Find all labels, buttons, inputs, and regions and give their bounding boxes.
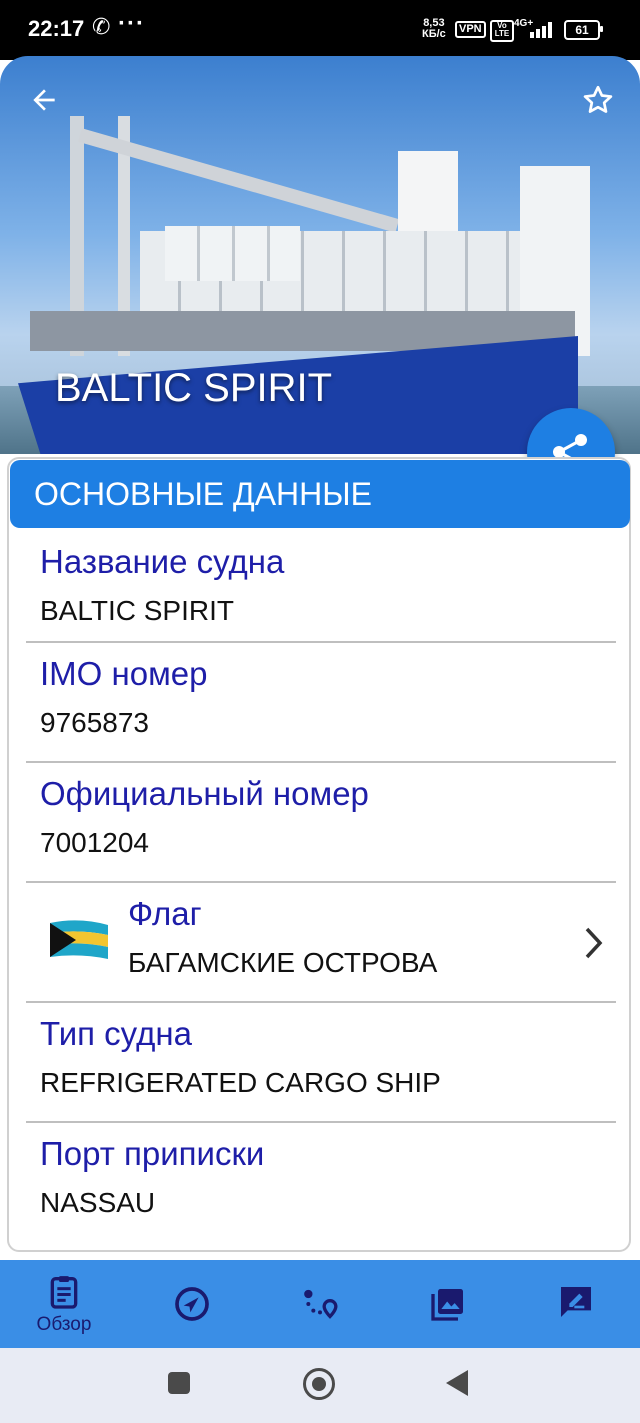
card-header-title: ОСНОВНЫЕ ДАННЫЕ [34,476,372,512]
battery-tip [600,26,603,32]
home-dot [312,1377,326,1391]
gallery-icon [431,1289,463,1321]
row-label: Название судна [40,543,285,580]
row-label: Официальный номер [40,775,369,812]
volte-icon: Vo LTE [490,20,514,42]
route-icon [304,1289,338,1319]
nav-overview[interactable]: Обзор [0,1260,128,1348]
recent-apps-button[interactable] [168,1372,190,1394]
bottom-navigation: Обзор [0,1260,640,1348]
row-label: Порт приписки [40,1135,265,1172]
row-value: 7001204 [40,827,150,858]
network-speed: 8,53 КБ/с [422,18,446,40]
row-vessel-name: Название судна BALTIC SPIRIT [26,531,616,643]
row-value: БАГАМСКИЕ ОСТРОВА [128,947,438,978]
row-official-number: Официальный номер 7001204 [26,763,616,883]
row-vessel-type: Тип судна REFRIGERATED CARGO SHIP [26,1003,616,1123]
row-value: 9765873 [40,707,150,738]
row-value: REFRIGERATED CARGO SHIP [40,1067,441,1098]
clipboard-icon [50,1276,78,1309]
row-label: Тип судна [40,1015,192,1052]
home-button[interactable] [303,1368,335,1400]
navigation-icon [175,1287,209,1321]
row-label: Флаг [128,895,202,932]
card-header: ОСНОВНЫЕ ДАННЫЕ [10,460,630,528]
network-type: 4G+ [514,18,534,29]
status-bar: 22:17 ✆ ··· 8,53 КБ/с VPN Vo LTE 4G+ 61 [0,0,640,60]
row-flag[interactable]: Флаг БАГАМСКИЕ ОСТРОВА [26,883,616,1003]
nav-navigation[interactable] [128,1260,256,1348]
nav-route[interactable] [256,1260,384,1348]
row-home-port: Порт приписки NASSAU [26,1123,616,1241]
main-data-card: ОСНОВНЫЕ ДАННЫЕ Название судна BALTIC SP… [7,457,631,1252]
chevron-right-icon [585,927,603,959]
nav-feedback[interactable] [512,1260,640,1348]
status-time: 22:17 [28,16,85,41]
bahamas-flag-icon [50,920,108,959]
back-button[interactable] [446,1370,468,1396]
arrow-left-icon[interactable] [28,84,68,124]
reefer-containers-top [165,226,300,281]
more-notifications-icon: ··· [118,10,145,37]
nav-overview-label: Обзор [36,1314,92,1335]
ship-photo: BALTIC SPIRIT [0,56,640,454]
system-navigation-bar [0,1348,640,1423]
row-value: BALTIC SPIRIT [40,595,234,626]
star-outline-icon[interactable] [580,82,620,122]
call-icon: ✆ [92,14,111,39]
row-imo: IMO номер 9765873 [26,643,616,763]
vpn-badge: VPN [455,21,486,38]
row-label: IMO номер [40,655,208,692]
feedback-icon [561,1287,591,1317]
row-value: NASSAU [40,1187,156,1218]
nav-gallery[interactable] [384,1260,512,1348]
ship-title: BALTIC SPIRIT [55,366,333,410]
speed-unit: КБ/с [422,28,446,40]
battery-icon: 61 [564,20,600,40]
